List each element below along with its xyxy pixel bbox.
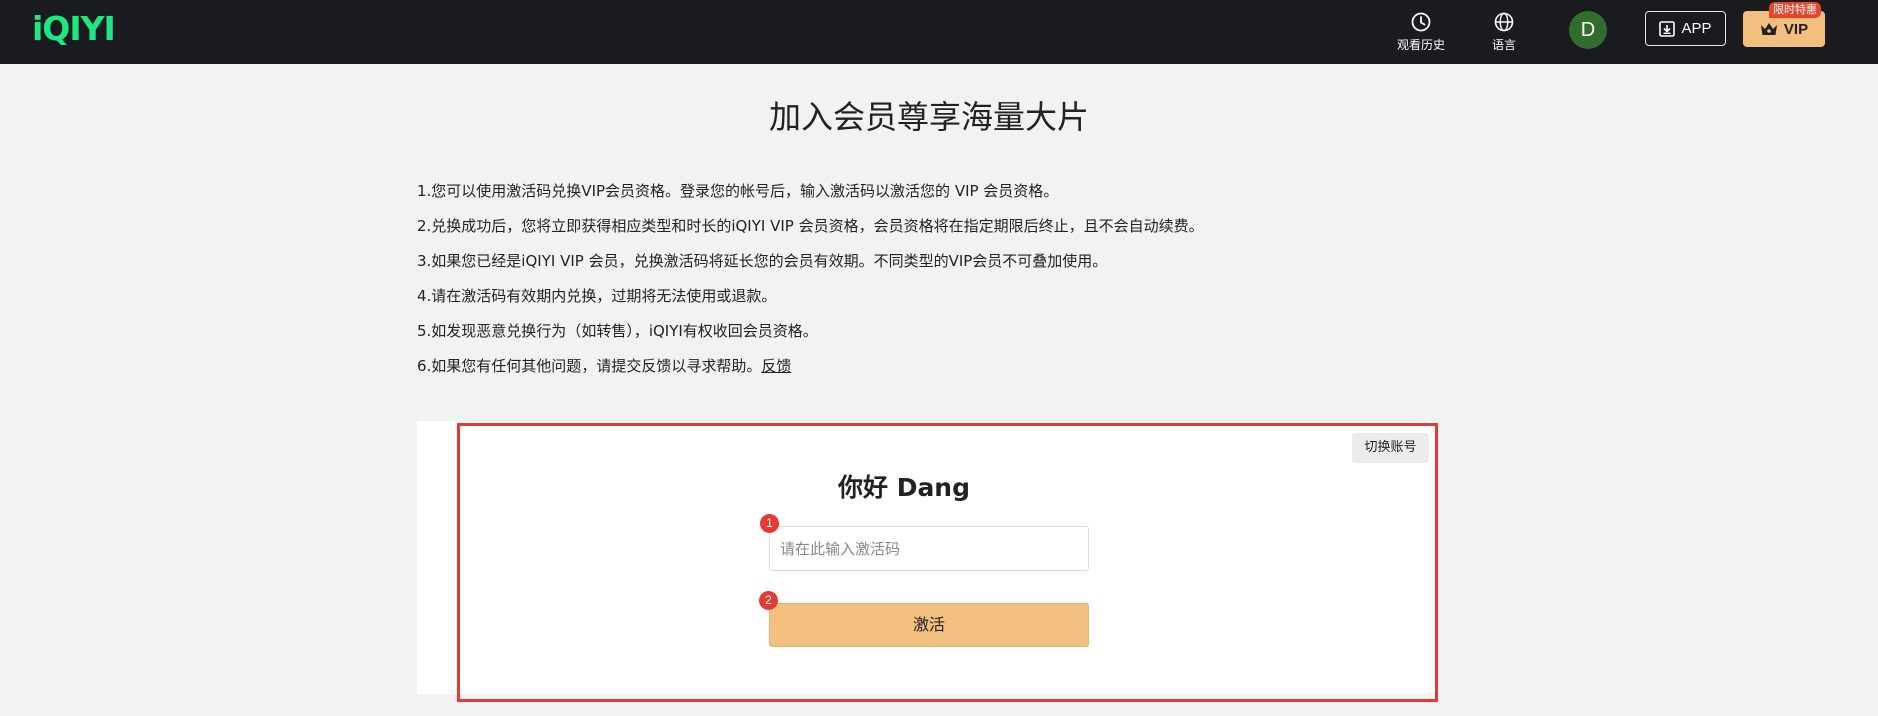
top-nav-bar: iQIYI 观看历史 语言 D APP VIP 限时特惠 (0, 0, 1878, 64)
step-marker-2: 2 (759, 591, 778, 610)
rule-item: 2.兑换成功后，您将立即获得相应类型和时长的iQIYI VIP 会员资格，会员资… (417, 217, 1204, 235)
rule-item-feedback: 6.如果您有任何其他问题，请提交反馈以寻求帮助。反馈 (417, 349, 1204, 384)
app-download-button[interactable]: APP (1645, 11, 1726, 46)
switch-account-button[interactable]: 切换账号 (1352, 433, 1429, 463)
rule-item: 3.如果您已经是iQIYI VIP 会员，兑换激活码将延长您的会员有效期。不同类… (417, 252, 1108, 270)
activate-button[interactable]: 激活 (769, 603, 1089, 647)
rule-text: 6.如果您有任何其他问题，请提交反馈以寻求帮助。 (417, 357, 762, 375)
step-marker-1: 1 (760, 514, 779, 533)
rule-item: 5.如发现恶意兑换行为（如转售），iQIYI有权收回会员资格。 (417, 322, 818, 340)
crown-icon (1760, 23, 1777, 35)
user-avatar[interactable]: D (1569, 11, 1607, 49)
language-label: 语言 (1491, 38, 1516, 52)
greeting-text: 你好 Dang (837, 473, 971, 502)
language-button[interactable]: 语言 (1474, 12, 1534, 53)
watch-history-label: 观看历史 (1396, 38, 1445, 52)
feedback-link[interactable]: 反馈 (761, 357, 791, 375)
rule-item: 1.您可以使用激活码兑换VIP会员资格。登录您的帐号后，输入激活码以激活您的 V… (417, 182, 1059, 200)
limited-offer-badge: 限时特惠 (1769, 2, 1821, 18)
iqiyi-logo[interactable]: iQIYI (32, 11, 116, 47)
activation-code-input[interactable] (769, 526, 1089, 571)
vip-label: VIP (1783, 20, 1809, 38)
clock-icon (1411, 12, 1431, 32)
globe-icon (1494, 12, 1514, 32)
download-icon (1659, 20, 1676, 37)
watch-history-button[interactable]: 观看历史 (1391, 12, 1451, 53)
rule-item: 4.请在激活码有效期内兑换，过期将无法使用或退款。 (417, 287, 777, 305)
page-title: 加入会员尊享海量大片 (768, 98, 1089, 136)
app-label: APP (1681, 20, 1712, 37)
redeem-rules-list: 1.您可以使用激活码兑换VIP会员资格。登录您的帐号后，输入激活码以激活您的 V… (417, 174, 1204, 384)
